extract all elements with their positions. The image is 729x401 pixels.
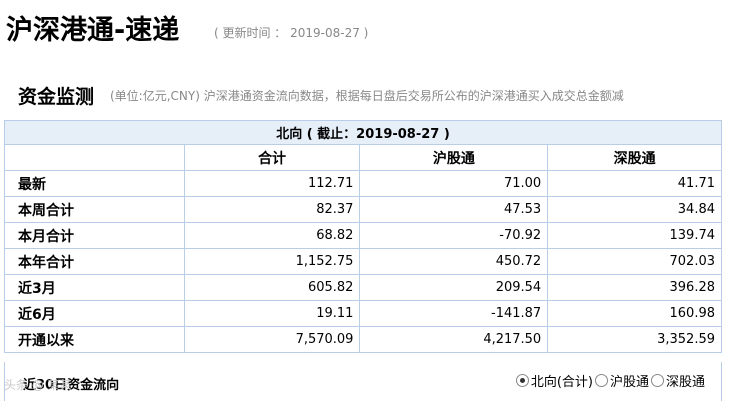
table-caption: 北向 ( 截止：2019-08-27 ): [4, 120, 722, 145]
cell-total: 1,152.75: [183, 248, 361, 275]
header-shanghai: 沪股通: [359, 144, 549, 171]
cell-shenzhen: 139.74: [547, 222, 722, 249]
row-label: 开通以来: [4, 326, 185, 353]
cell-shenzhen: 34.84: [547, 196, 722, 223]
cell-shenzhen: 396.28: [547, 274, 722, 301]
cell-total: 82.37: [183, 196, 361, 223]
cell-shenzhen: 41.71: [547, 170, 722, 197]
cell-shanghai: -70.92: [359, 222, 549, 249]
cell-shanghai: 4,217.50: [359, 326, 549, 353]
cell-total: 19.11: [183, 300, 361, 327]
header-shenzhen: 深股通: [547, 144, 722, 171]
radio-label: 北向(合计): [530, 375, 593, 390]
cell-shanghai: 71.00: [359, 170, 549, 197]
radio-unchecked-icon[interactable]: [594, 374, 608, 387]
table-row: 近6月 19.11 -141.87 160.98: [4, 300, 722, 327]
cell-shenzhen: 160.98: [547, 300, 722, 327]
radio-northbound-total[interactable]: 北向(合计): [515, 371, 593, 390]
flow-radio-group: 北向(合计) 沪股通 深股通: [514, 371, 705, 390]
cell-total: 112.71: [183, 170, 361, 197]
watermark: 头条 @ 某某: [4, 378, 72, 392]
cell-shenzhen: 702.03: [547, 248, 722, 275]
radio-checked-icon[interactable]: [515, 374, 529, 387]
cell-shanghai: 450.72: [359, 248, 549, 275]
row-label: 近6月: [4, 300, 185, 327]
radio-label: 深股通: [665, 375, 705, 390]
header-empty: [4, 144, 185, 171]
row-label: 最新: [4, 170, 185, 197]
row-label: 本月合计: [4, 222, 185, 249]
cell-total: 68.82: [183, 222, 361, 249]
row-label: 近3月: [4, 274, 185, 301]
flow-30-day-bar: 近30日资金流向 北向(合计) 沪股通 深股通: [4, 362, 722, 401]
table-row: 近3月 605.82 209.54 396.28: [4, 274, 722, 301]
section-description: (单位:亿元,CNY) 沪深港通资金流向数据，根据每日盘后交易所公布的沪深港通买…: [110, 89, 624, 103]
cell-shanghai: -141.87: [359, 300, 549, 327]
cell-shenzhen: 3,352.59: [547, 326, 722, 353]
radio-unchecked-icon[interactable]: [650, 374, 664, 387]
capital-flow-table: 北向 ( 截止：2019-08-27 ) 合计 沪股通 深股通 最新 112.7…: [4, 120, 722, 353]
header-total: 合计: [183, 144, 361, 171]
page-title: 沪深港通-速递: [6, 15, 180, 46]
row-label: 本周合计: [4, 196, 185, 223]
radio-shanghai-connect[interactable]: 沪股通: [594, 371, 649, 390]
radio-shenzhen-connect[interactable]: 深股通: [650, 371, 705, 390]
update-time: ( 更新时间 ： 2019-08-27 ): [214, 26, 369, 40]
cell-shanghai: 47.53: [359, 196, 549, 223]
radio-label: 沪股通: [609, 375, 649, 390]
table-row: 开通以来 7,570.09 4,217.50 3,352.59: [4, 326, 722, 353]
cell-total: 7,570.09: [183, 326, 361, 353]
table-row: 本年合计 1,152.75 450.72 702.03: [4, 248, 722, 275]
section-title: 资金监测: [18, 86, 95, 108]
table-row: 本周合计 82.37 47.53 34.84: [4, 196, 722, 223]
cell-total: 605.82: [183, 274, 361, 301]
cell-shanghai: 209.54: [359, 274, 549, 301]
table-row: 最新 112.71 71.00 41.71: [4, 170, 722, 197]
table-row: 本月合计 68.82 -70.92 139.74: [4, 222, 722, 249]
row-label: 本年合计: [4, 248, 185, 275]
